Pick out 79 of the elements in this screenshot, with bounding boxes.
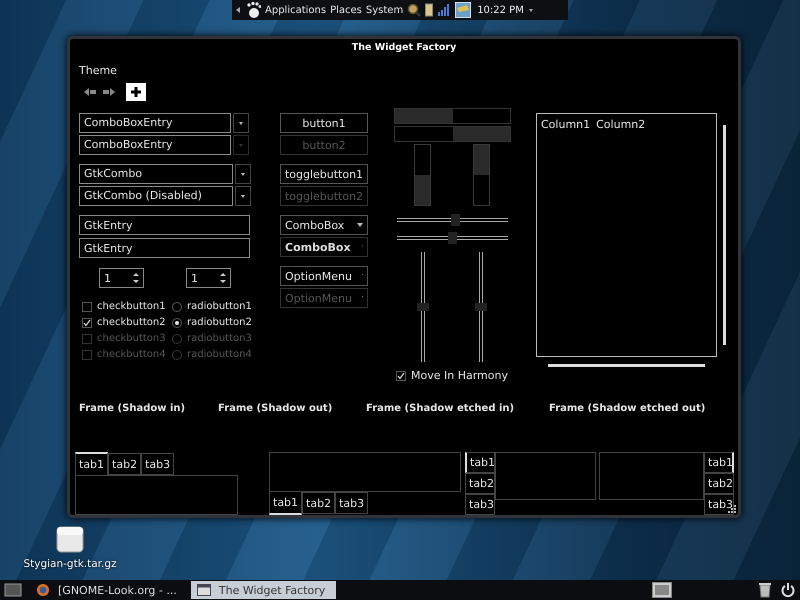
slider-handle[interactable]	[448, 232, 456, 244]
foot-icon[interactable]	[245, 1, 261, 19]
panel-menu[interactable]: Applications	[265, 4, 326, 16]
slider-handle[interactable]	[417, 303, 429, 311]
tab[interactable]: tab2	[302, 492, 336, 514]
panel-menu[interactable]: Places	[330, 4, 362, 16]
checkbox[interactable]	[82, 318, 92, 328]
combo-box[interactable]: ComboBox	[280, 215, 368, 235]
checkbox-label[interactable]: Move In Harmony	[411, 369, 508, 382]
plus-icon	[131, 87, 141, 97]
slider-handle[interactable]	[450, 214, 460, 226]
text-entry[interactable]: GtkEntry	[79, 238, 250, 258]
battery-icon[interactable]	[425, 3, 434, 17]
tab[interactable]: tab1	[465, 452, 495, 473]
checkbox[interactable]	[82, 302, 92, 312]
tab[interactable]: tab1	[269, 491, 302, 515]
tab[interactable]: tab3	[335, 492, 368, 514]
spin-button[interactable]: 1	[99, 268, 144, 288]
arrow-icon[interactable]	[102, 87, 116, 97]
tab[interactable]: tab3	[141, 453, 174, 475]
toggle-button[interactable]: togglebutton1	[280, 164, 368, 184]
scrollbar[interactable]	[548, 364, 705, 367]
arrow-icon[interactable]	[83, 87, 97, 97]
combo-field[interactable]: GtkCombo (Disabled)	[79, 186, 233, 206]
tab[interactable]: tab2	[108, 453, 142, 475]
tab[interactable]: tab3	[465, 494, 495, 515]
option-menu[interactable]: OptionMenu	[280, 266, 368, 286]
desktop-icon[interactable]	[4, 583, 22, 597]
window-title: The Widget Factory	[350, 41, 458, 55]
theme-label: Theme	[79, 65, 118, 77]
checkbox-label[interactable]: checkbutton2	[97, 317, 166, 328]
radio-label[interactable]: radiobutton1	[187, 301, 252, 312]
combo-entry-field[interactable]: ComboBoxEntry	[79, 113, 231, 133]
checkbox-label[interactable]: checkbutton1	[97, 301, 166, 312]
spin-arrows-icon[interactable]	[133, 272, 139, 284]
caret-icon	[241, 194, 245, 198]
radio-button[interactable]	[172, 302, 182, 312]
caret-icon	[241, 172, 245, 176]
spin-arrows-icon[interactable]	[220, 272, 226, 284]
combo-field[interactable]: GtkCombo	[79, 164, 233, 184]
globe-icon	[36, 583, 50, 597]
tab[interactable]: tab3	[704, 494, 734, 515]
window-icon	[196, 584, 211, 596]
column-header[interactable]: Column1	[541, 118, 590, 131]
frame-label: Frame (Shadow etched in)	[366, 403, 516, 414]
text-entry[interactable]: GtkEntry	[79, 215, 250, 235]
arrow-icon[interactable]	[235, 6, 241, 14]
clock[interactable]: 10:22 PM	[477, 4, 524, 16]
checkbox[interactable]	[396, 370, 406, 380]
caret-icon	[239, 122, 243, 124]
caret-icon	[239, 144, 243, 146]
signal-icon[interactable]	[437, 4, 452, 16]
add-button[interactable]	[126, 83, 146, 101]
frame-label: Frame (Shadow etched out)	[549, 403, 706, 414]
arrow-icon[interactable]	[528, 6, 534, 14]
archive-icon[interactable]	[55, 524, 85, 554]
picture-icon[interactable]	[455, 2, 472, 18]
frame-label: Frame (Shadow in)	[79, 403, 186, 414]
slider-handle[interactable]	[475, 303, 487, 311]
tab[interactable]: tab2	[465, 473, 495, 494]
radio-button[interactable]	[172, 318, 182, 328]
trash-icon[interactable]	[758, 582, 772, 598]
file-label[interactable]: Stygian-gtk.tar.gz	[23, 558, 117, 570]
radio-label[interactable]: radiobutton2	[187, 317, 252, 328]
taskbar-button[interactable]: The Widget Factory	[190, 581, 336, 599]
caret-icon	[360, 245, 363, 249]
tab[interactable]: tab1	[75, 452, 108, 476]
scrollbar[interactable]	[723, 125, 726, 345]
column-header[interactable]: Column2	[596, 118, 646, 131]
spin-button[interactable]: 1	[186, 268, 231, 288]
caret-icon	[357, 223, 363, 227]
tab[interactable]: tab1	[704, 452, 734, 473]
search-icon[interactable]	[407, 3, 422, 17]
panel-menu[interactable]: System	[366, 4, 404, 16]
power-icon[interactable]	[780, 582, 796, 598]
taskbar-button[interactable]: [GNOME-Look.org - ...	[30, 581, 183, 599]
tab[interactable]: tab2	[704, 473, 734, 494]
push-button[interactable]: button1	[280, 113, 368, 133]
frame-label: Frame (Shadow out)	[218, 403, 334, 414]
